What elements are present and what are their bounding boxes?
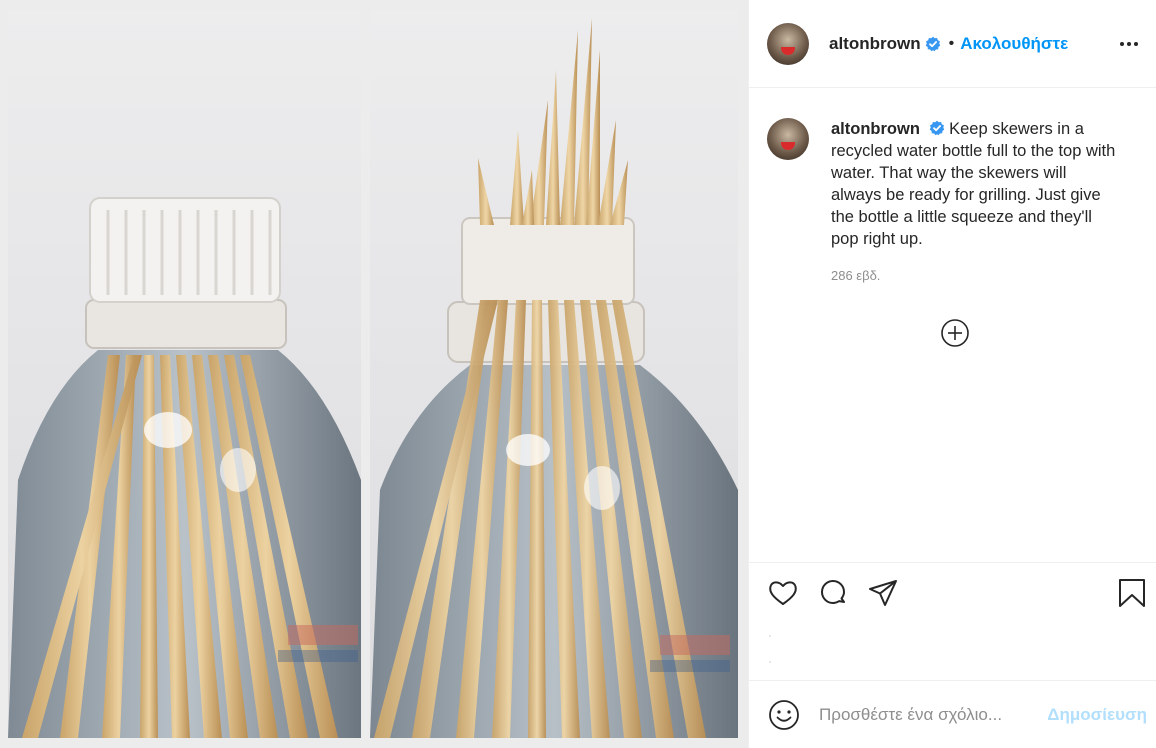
bottle-capped-illustration [8,197,361,738]
post-sidebar: altonbrown • Ακολουθήστε altonbrown Keep… [748,0,1156,748]
photo-bottle-capped [8,10,361,738]
caption-body: Keep skewers in a recycled water bottle … [831,120,1116,248]
caption-row: altonbrown Keep skewers in a recycled wa… [767,118,1127,250]
like-icon[interactable] [767,577,799,609]
comment-bar: Δημοσίευση [749,680,1156,748]
bottle-open-illustration [370,18,738,738]
header-username[interactable]: altonbrown [829,34,921,54]
divider-dot [769,635,771,637]
verified-badge-icon [925,36,940,51]
caption-text: altonbrown Keep skewers in a recycled wa… [831,118,1121,250]
comment-icon[interactable] [817,577,849,609]
post-timestamp[interactable]: 286 εβδ. [831,268,1127,283]
divider-dot [769,661,771,663]
post-header: altonbrown • Ακολουθήστε [749,0,1156,88]
caption-username[interactable]: altonbrown [831,120,920,138]
post-media[interactable] [0,0,748,748]
post-comment-button[interactable]: Δημοσίευση [1047,705,1147,725]
emoji-icon[interactable] [767,698,801,732]
save-icon[interactable] [1117,577,1147,609]
verified-badge-icon [929,120,944,136]
follow-button[interactable]: Ακολουθήστε [960,34,1068,54]
load-more-comments-icon[interactable] [940,318,970,348]
avatar[interactable] [767,22,809,65]
caption-area: altonbrown Keep skewers in a recycled wa… [749,88,1156,562]
photo-bottle-open [370,10,738,738]
action-bar [749,562,1156,680]
share-icon[interactable] [867,577,899,609]
separator-dot: • [948,34,955,52]
caption-avatar[interactable] [767,118,809,160]
comment-input[interactable] [819,704,1029,725]
more-options-icon[interactable] [1117,36,1141,52]
